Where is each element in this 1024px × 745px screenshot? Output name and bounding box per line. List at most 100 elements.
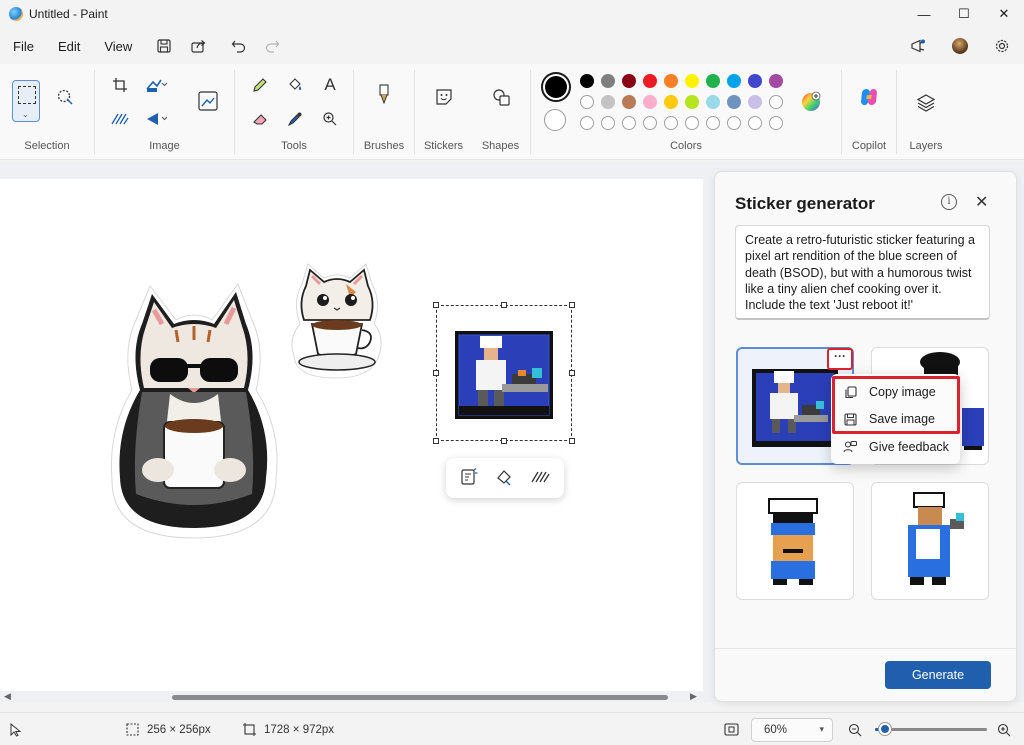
color-picker-icon[interactable] (282, 106, 308, 132)
primary-color-swatch[interactable] (545, 76, 567, 98)
empty-color-slot[interactable] (601, 116, 615, 130)
shapes-group[interactable]: Shapes (472, 64, 529, 160)
info-icon[interactable]: i (941, 194, 957, 210)
zoom-out-icon[interactable] (848, 713, 862, 745)
stickers-group[interactable]: Stickers (415, 64, 472, 160)
scrollbar-thumb[interactable] (172, 695, 668, 700)
zoom-slider-knob[interactable] (878, 723, 891, 735)
menu-view[interactable]: View (92, 32, 144, 60)
text-tool-icon[interactable]: A (317, 72, 343, 98)
layers-icon[interactable] (913, 90, 939, 116)
color-swatch[interactable] (706, 95, 720, 109)
color-swatch[interactable] (769, 74, 783, 88)
share-icon[interactable] (184, 32, 212, 60)
sticker-icon[interactable] (431, 84, 457, 110)
horizontal-scrollbar[interactable]: ◀ ▶ (0, 691, 703, 704)
give-feedback-menu-item[interactable]: Give feedback (831, 434, 960, 460)
zoom-dropdown[interactable]: 60% ▾ (751, 718, 833, 742)
resize-handle[interactable] (501, 302, 507, 308)
free-form-selection-icon[interactable] (52, 84, 78, 110)
color-swatch[interactable] (601, 95, 615, 109)
color-swatch[interactable] (643, 95, 657, 109)
resize-handle[interactable] (569, 302, 575, 308)
color-swatch[interactable] (580, 74, 594, 88)
color-swatch[interactable] (643, 74, 657, 88)
color-swatch[interactable] (685, 95, 699, 109)
brushes-group[interactable]: Brushes (354, 64, 414, 160)
menu-file[interactable]: File (1, 32, 46, 60)
color-swatch[interactable] (664, 95, 678, 109)
fill-bucket-icon[interactable] (282, 72, 308, 98)
empty-color-slot[interactable] (769, 116, 783, 130)
eraser-icon[interactable] (247, 106, 273, 132)
empty-color-slot[interactable] (664, 116, 678, 130)
empty-color-slot[interactable] (706, 116, 720, 130)
zoom-in-icon[interactable] (997, 713, 1011, 745)
resize-handle[interactable] (433, 438, 439, 444)
color-swatch[interactable] (664, 74, 678, 88)
copilot-group[interactable]: Copilot (842, 64, 896, 160)
select-all-grid-icon[interactable] (107, 106, 133, 132)
save-icon[interactable] (150, 32, 178, 60)
empty-color-slot[interactable] (727, 116, 741, 130)
color-swatch[interactable] (622, 95, 636, 109)
close-button[interactable]: ✕ (984, 0, 1024, 28)
image-background-icon[interactable] (195, 88, 221, 114)
sticker-pixel-chef-bsod[interactable] (452, 328, 556, 422)
maximize-button[interactable]: ☐ (944, 0, 984, 28)
resize-handle[interactable] (501, 438, 507, 444)
color-swatch[interactable] (622, 74, 636, 88)
crop-icon[interactable] (107, 72, 133, 98)
empty-color-slot[interactable] (685, 116, 699, 130)
panel-close-icon[interactable]: ✕ (975, 192, 988, 212)
copy-image-menu-item[interactable]: Copy image (831, 379, 960, 405)
empty-color-slot[interactable] (748, 116, 762, 130)
color-swatch[interactable] (727, 74, 741, 88)
remove-background-icon[interactable] (495, 468, 513, 489)
minimize-button[interactable]: — (904, 0, 944, 28)
sticker-coffee-cat[interactable] (290, 262, 384, 380)
resize-handle[interactable] (569, 438, 575, 444)
more-options-button[interactable]: ··· (827, 348, 853, 370)
empty-color-slot[interactable] (643, 116, 657, 130)
resize-handle[interactable] (433, 302, 439, 308)
settings-gear-icon[interactable] (988, 32, 1016, 60)
layers-group[interactable]: Layers (897, 64, 955, 160)
generated-sticker-4[interactable] (871, 482, 989, 600)
scroll-right-icon[interactable]: ▶ (690, 691, 697, 702)
select-pattern-icon[interactable] (530, 469, 550, 488)
empty-color-slot[interactable] (580, 116, 594, 130)
magnifier-icon[interactable] (317, 106, 343, 132)
save-image-menu-item[interactable]: Save image (831, 406, 960, 432)
copilot-icon[interactable] (856, 84, 882, 110)
edit-colors-icon[interactable] (798, 89, 824, 115)
generated-sticker-3[interactable] (736, 482, 854, 600)
scroll-left-icon[interactable]: ◀ (4, 691, 11, 702)
color-swatch[interactable] (727, 95, 741, 109)
resize-handle[interactable] (569, 370, 575, 376)
pencil-icon[interactable] (247, 72, 273, 98)
color-swatch[interactable] (748, 95, 762, 109)
announcement-icon[interactable] (904, 32, 932, 60)
color-swatch[interactable] (748, 74, 762, 88)
secondary-color-swatch[interactable] (544, 109, 566, 131)
resize-icon[interactable] (143, 72, 169, 98)
generate-button[interactable]: Generate (885, 661, 991, 689)
rectangle-selection-button[interactable]: ⌄ (12, 80, 40, 122)
undo-icon[interactable] (224, 32, 252, 60)
brush-icon[interactable] (371, 82, 397, 108)
sticker-edit-icon[interactable] (460, 467, 478, 489)
zoom-slider-track[interactable] (875, 728, 987, 731)
color-swatch[interactable] (685, 74, 699, 88)
empty-color-slot[interactable] (622, 116, 636, 130)
rotate-flip-icon[interactable] (143, 106, 169, 132)
color-swatch[interactable] (580, 95, 594, 109)
color-swatch[interactable] (601, 74, 615, 88)
sticker-cool-cat[interactable] (106, 280, 282, 542)
fit-to-window-icon[interactable] (724, 713, 739, 745)
redo-icon[interactable] (258, 32, 286, 60)
color-swatch[interactable] (706, 74, 720, 88)
menu-edit[interactable]: Edit (46, 32, 92, 60)
account-avatar[interactable] (946, 32, 974, 60)
empty-color-slot[interactable] (769, 95, 783, 109)
